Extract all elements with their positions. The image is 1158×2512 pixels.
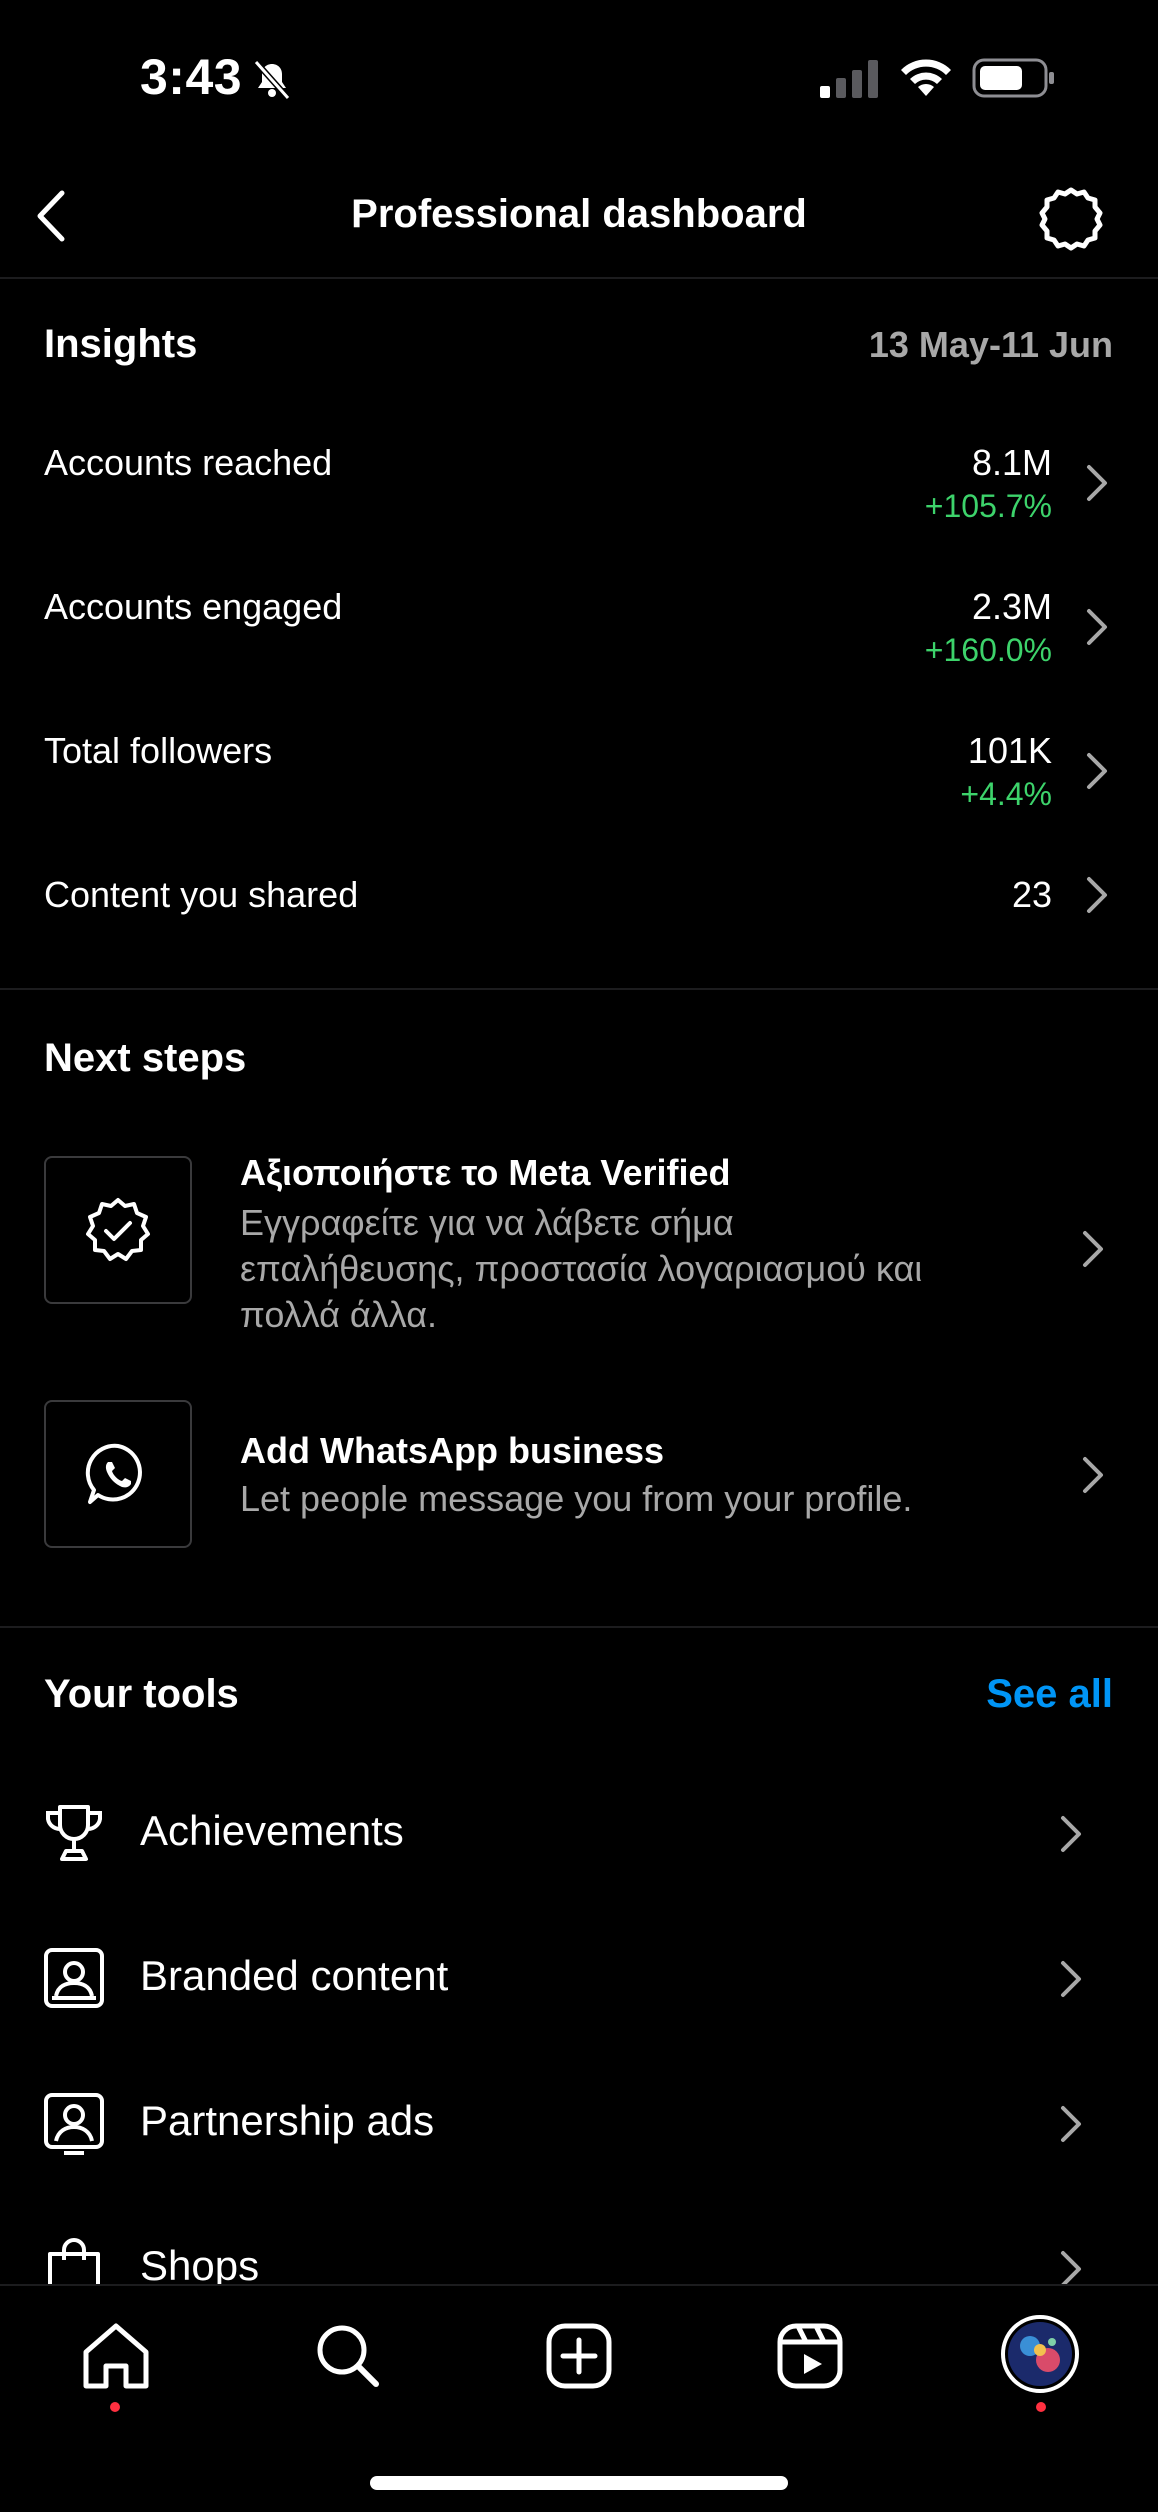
tool-label: Branded content (140, 1952, 449, 1999)
metric-row-accounts-reached[interactable]: Accounts reached 8.1M +105.7% (0, 424, 1158, 554)
chevron-right-icon (1061, 2251, 1081, 2284)
see-all-link[interactable]: See all (986, 1672, 1113, 1717)
step-description: Let people message you from your profile… (240, 1476, 1030, 1522)
tool-label: Shops (140, 2242, 260, 2284)
metric-value: 23 (1011, 874, 1052, 915)
step-desc-line: επαλήθευσης, προστασία λογαριασμού και (240, 1248, 923, 1289)
next-steps-title: Next steps (44, 1036, 247, 1080)
bell-slash-icon (253, 60, 291, 100)
tool-label: Partnership ads (140, 2097, 435, 2144)
signal-icon (820, 60, 878, 98)
chevron-right-icon (1087, 609, 1107, 645)
chevron-right-icon (1087, 465, 1107, 501)
section-divider (0, 988, 1158, 990)
chevron-right-icon (1083, 1457, 1103, 1493)
next-step-meta-verified[interactable]: Αξιοποιήστε το Meta Verified Εγγραφείτε … (0, 1150, 1158, 1335)
chevron-right-icon (1061, 1961, 1081, 1997)
tool-row-branded-content[interactable]: Branded content (0, 1910, 1158, 2050)
tool-row-shops[interactable]: Shops (0, 2200, 1158, 2284)
branded-content-icon (44, 1948, 104, 2008)
step-icon-box (44, 1400, 192, 1548)
chevron-right-icon (1083, 1231, 1103, 1267)
metric-change: +105.7% (924, 488, 1052, 524)
page-title: Professional dashboard (351, 192, 807, 236)
chevron-right-icon (1061, 1816, 1081, 1852)
tool-row-partnership-ads[interactable]: Partnership ads (0, 2055, 1158, 2195)
wifi-icon (901, 59, 951, 96)
metric-label: Accounts reached (44, 442, 333, 483)
next-step-whatsapp[interactable]: Add WhatsApp business Let people message… (0, 1400, 1158, 1552)
tool-row-achievements[interactable]: Achievements (0, 1765, 1158, 1905)
step-description: Εγγραφείτε για να λάβετε σήμα επαλήθευση… (240, 1200, 1030, 1338)
chevron-right-icon (1061, 2106, 1081, 2142)
metric-label: Accounts engaged (44, 586, 343, 627)
partnership-ads-icon (44, 2093, 104, 2155)
reels-icon[interactable] (770, 2316, 850, 2396)
step-desc-line: Εγγραφείτε για να λάβετε σήμα (240, 1202, 734, 1243)
verified-badge-icon (86, 1198, 150, 1261)
header-divider (0, 277, 1158, 279)
chevron-right-icon (1087, 753, 1107, 789)
shopping-bag-icon (48, 2238, 100, 2284)
home-indicator (370, 2476, 788, 2490)
home-notification-dot (110, 2402, 120, 2412)
step-desc-line: πολλά άλλα. (240, 1294, 438, 1335)
date-range: 13 May-11 Jun (868, 324, 1113, 365)
metric-change: +4.4% (960, 776, 1052, 812)
metric-value: 101K (967, 730, 1052, 771)
insights-title: Insights (44, 322, 198, 366)
create-icon[interactable] (539, 2316, 619, 2396)
metric-row-content-shared[interactable]: Content you shared 23 (0, 856, 1158, 956)
status-time: 3:43 (140, 49, 243, 105)
your-tools-title: Your tools (44, 1672, 239, 1716)
whatsapp-icon (85, 1443, 142, 1504)
step-desc-line: Let people message you from your profile… (240, 1478, 913, 1519)
step-icon-box (44, 1156, 192, 1304)
metric-row-accounts-engaged[interactable]: Accounts engaged 2.3M +160.0% (0, 568, 1158, 698)
profile-avatar[interactable] (1000, 2314, 1080, 2394)
battery-icon (972, 58, 1054, 98)
metric-label: Content you shared (44, 874, 359, 915)
section-divider (0, 1626, 1158, 1628)
metric-value: 8.1M (971, 442, 1052, 483)
settings-gear-icon[interactable] (1036, 184, 1106, 254)
chevron-right-icon (1087, 877, 1107, 913)
tool-label: Achievements (140, 1807, 404, 1854)
metric-row-total-followers[interactable]: Total followers 101K +4.4% (0, 712, 1158, 842)
home-icon[interactable] (76, 2316, 156, 2396)
step-title: Add WhatsApp business (240, 1430, 665, 1471)
metric-change: +160.0% (924, 632, 1052, 668)
search-icon[interactable] (308, 2316, 388, 2396)
trophy-icon (46, 1805, 102, 1861)
step-title: Αξιοποιήστε το Meta Verified (240, 1152, 731, 1193)
metric-value: 2.3M (971, 586, 1052, 627)
profile-notification-dot (1036, 2402, 1046, 2412)
metric-label: Total followers (44, 730, 273, 771)
